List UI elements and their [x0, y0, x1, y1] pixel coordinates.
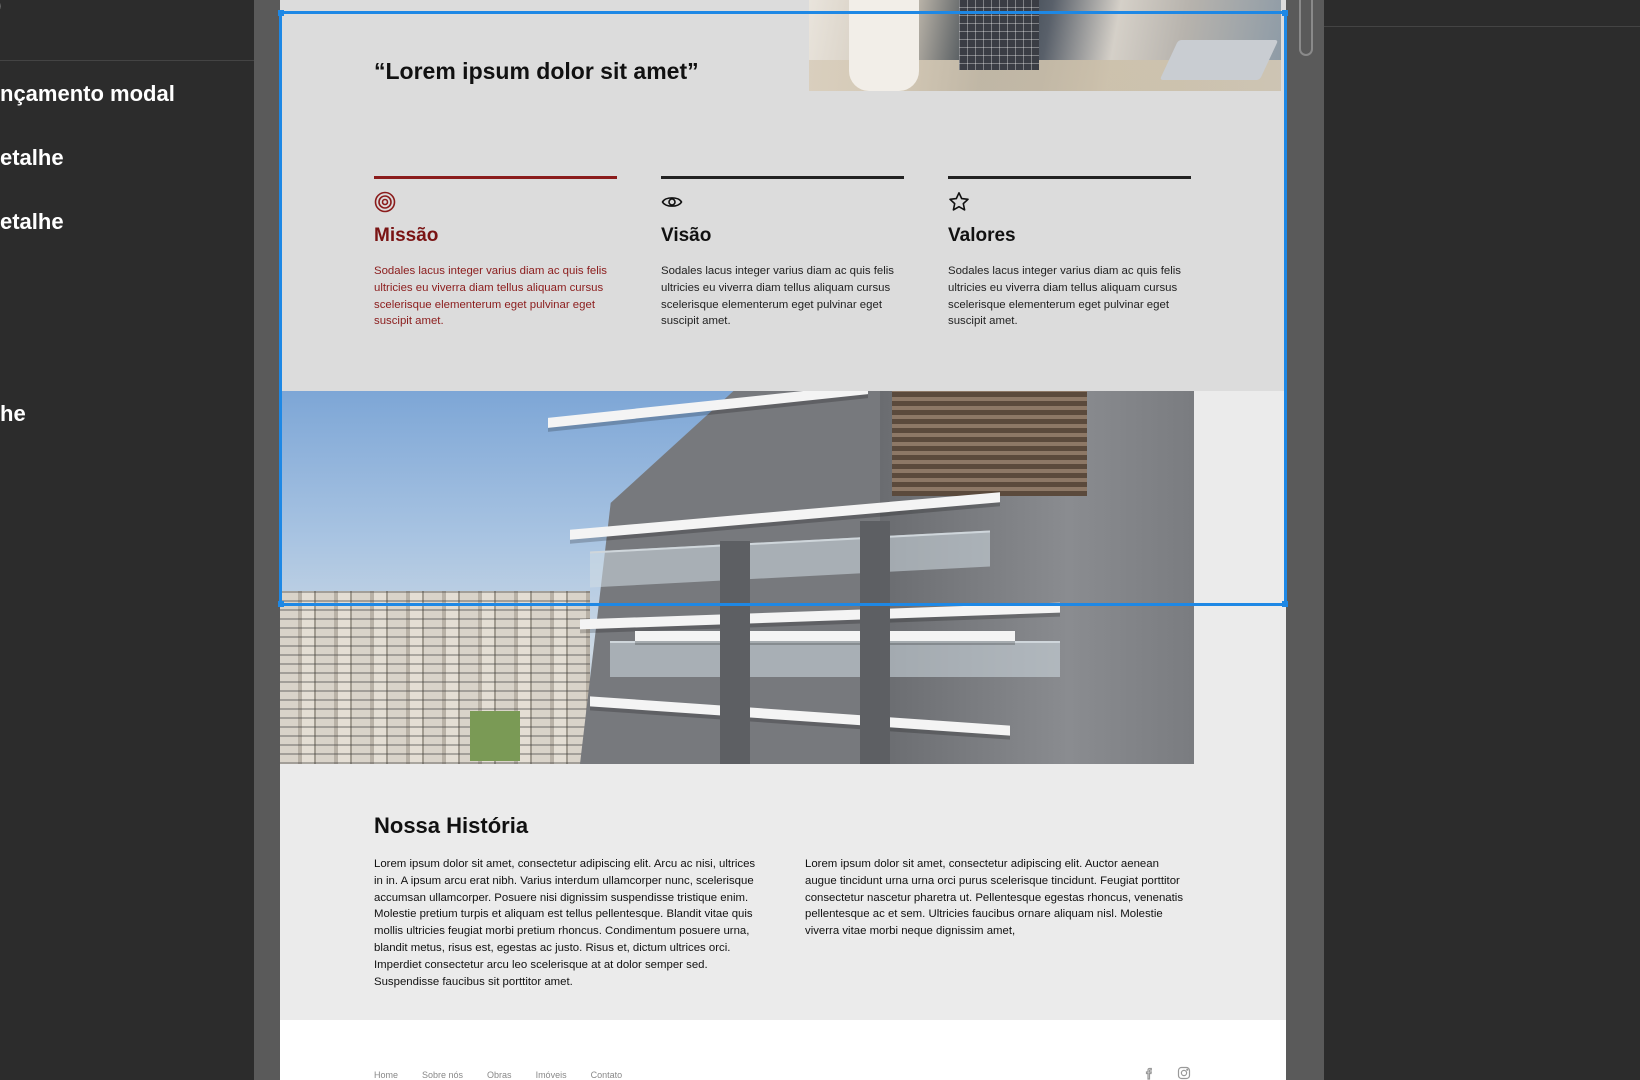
facebook-icon[interactable] — [1142, 1066, 1156, 1080]
footer-link-about[interactable]: Sobre nós — [422, 1070, 463, 1080]
footer-link-home[interactable]: Home — [374, 1070, 398, 1080]
column-divider — [948, 176, 1191, 179]
mission-column: Missão Sodales lacus integer varius diam… — [374, 176, 617, 330]
layer-item[interactable]: he — [0, 401, 26, 427]
vision-column: Visão Sodales lacus integer varius diam … — [661, 176, 904, 330]
column-text: Sodales lacus integer varius diam ac qui… — [948, 265, 1181, 328]
panel-divider — [0, 60, 254, 61]
column-title: Visão — [661, 225, 712, 246]
properties-panel — [1324, 0, 1640, 1080]
values-column: Valores Sodales lacus integer varius dia… — [948, 176, 1191, 330]
column-title: Missão — [374, 225, 439, 246]
team-photo — [809, 0, 1281, 91]
canvas-scrollbar[interactable] — [1299, 0, 1313, 56]
page-frame[interactable]: “Lorem ipsum dolor sit amet” Missão Soda… — [280, 0, 1286, 1080]
eye-icon — [661, 191, 683, 213]
column-divider — [374, 176, 617, 179]
panel-divider — [1324, 26, 1640, 27]
footer-link-contact[interactable]: Contato — [591, 1070, 623, 1080]
footer: Home Sobre nós Obras Imóveis Contato — [280, 1020, 1286, 1080]
footer-nav: Home Sobre nós Obras Imóveis Contato — [374, 1070, 622, 1080]
column-title: Valores — [948, 225, 1016, 246]
layer-item[interactable]: nçamento modal — [0, 81, 175, 107]
star-icon — [948, 191, 970, 213]
history-paragraph-left: Lorem ipsum dolor sit amet, consectetur … — [374, 858, 756, 988]
layer-item[interactable]: ) — [0, 0, 1, 18]
quote-heading: “Lorem ipsum dolor sit amet” — [374, 58, 699, 84]
layer-item[interactable]: etalhe — [0, 209, 64, 235]
column-text: Sodales lacus integer varius diam ac qui… — [374, 265, 607, 328]
layer-item[interactable]: etalhe — [0, 145, 64, 171]
column-divider — [661, 176, 904, 179]
building-photo — [280, 391, 1194, 764]
history-paragraph-right: Lorem ipsum dolor sit amet, consectetur … — [805, 858, 1184, 938]
layers-panel: ) nçamento modal etalhe etalhe he — [0, 0, 254, 1080]
section-title: Nossa História — [374, 813, 529, 838]
instagram-icon[interactable] — [1177, 1066, 1191, 1080]
footer-link-works[interactable]: Obras — [487, 1070, 512, 1080]
footer-link-properties[interactable]: Imóveis — [536, 1070, 567, 1080]
quote-section[interactable]: “Lorem ipsum dolor sit amet” Missão Soda… — [280, 0, 1286, 391]
column-text: Sodales lacus integer varius diam ac qui… — [661, 265, 894, 328]
target-icon — [374, 191, 396, 213]
